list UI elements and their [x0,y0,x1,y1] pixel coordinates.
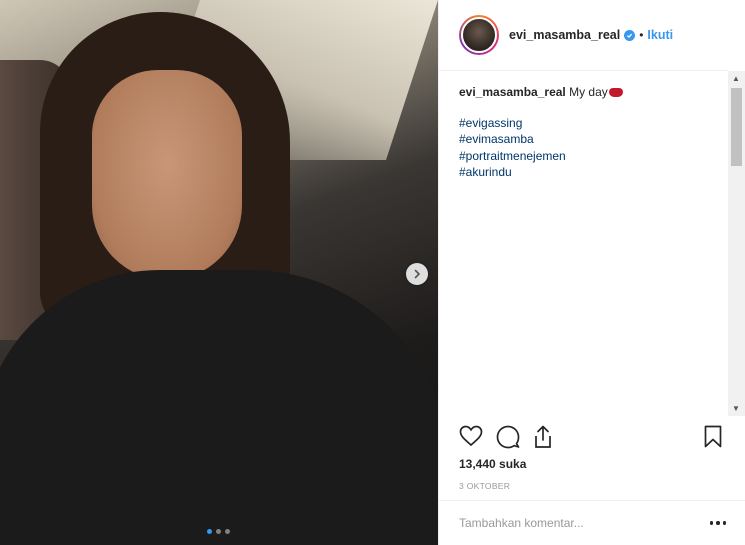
carousel-dot-1 [207,529,212,534]
hashtag-link[interactable]: #portraitmenejemen [459,148,708,165]
next-photo-button[interactable] [406,263,428,285]
verified-badge-icon [624,29,636,41]
hashtag-link[interactable]: #evigassing [459,115,708,132]
comment-bar: Tambahkan komentar... [439,500,745,545]
scroll-up-arrow-icon[interactable]: ▲ [732,74,740,83]
carousel-dot-3 [225,529,230,534]
header-username[interactable]: evi_masamba_real [509,28,620,42]
header-separator: • [639,28,644,42]
scrollbar-thumb[interactable] [731,88,742,166]
hashtag-link[interactable]: #evimasamba [459,131,708,148]
bookmark-icon[interactable] [704,425,722,448]
comment-icon[interactable] [496,425,520,449]
more-options-icon[interactable] [709,521,726,525]
heart-icon[interactable] [459,425,483,447]
share-icon[interactable] [532,425,554,449]
shirt [0,270,438,545]
post-photo[interactable] [0,0,438,545]
follow-button[interactable]: Ikuti [647,28,673,42]
comments-scrollbar[interactable]: ▲ ▼ [728,71,745,416]
post-side-panel: evi_masamba_real • Ikuti evi_masamba_rea… [438,0,745,545]
post-header: evi_masamba_real • Ikuti [439,0,728,71]
caption-username[interactable]: evi_masamba_real [459,85,566,99]
caption: evi_masamba_real My day #evigassing #evi… [439,71,728,181]
lips-emoji-icon [608,88,623,97]
action-bar [459,425,724,451]
scroll-down-arrow-icon[interactable]: ▼ [732,404,740,413]
comment-input[interactable]: Tambahkan komentar... [459,516,710,530]
hashtag-list: #evigassing #evimasamba #portraitmenejem… [459,115,708,181]
post-date[interactable]: 3 OKTOBER [459,481,510,491]
hashtag-link[interactable]: #akurindu [459,164,708,181]
like-count[interactable]: 13,440 suka [459,457,526,471]
avatar[interactable] [459,15,499,55]
caption-text: My day [569,85,608,99]
face [92,70,242,280]
carousel-indicator [207,529,230,534]
chevron-right-icon [414,269,421,279]
carousel-dot-2 [216,529,221,534]
